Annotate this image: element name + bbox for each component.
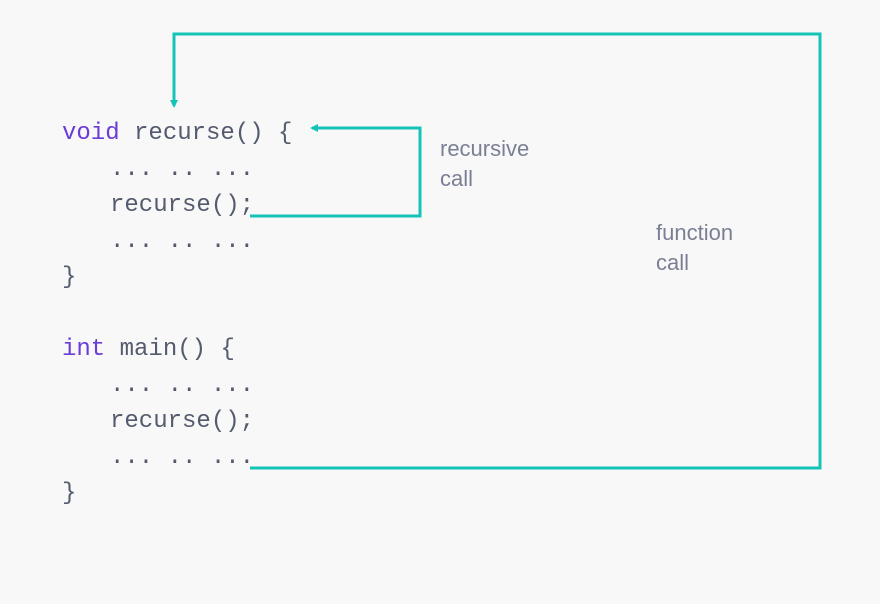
close-brace: } [62,264,76,291]
label-function-call: function call [656,218,733,278]
blank-line [62,296,292,332]
code-line-1: void recurse() { [62,116,292,152]
keyword-void: void [62,120,120,147]
code-line-3: recurse(); [62,188,292,224]
code-line-4: ... .. ... [62,224,292,260]
label-recursive-line1: recursive [440,134,529,164]
ellipsis: ... .. ... [110,156,254,183]
ellipsis: ... .. ... [110,444,254,471]
recurse-call-main: recurse(); [110,408,254,435]
close-brace: } [62,480,76,507]
label-function-line2: call [656,248,733,278]
code-line-10: } [62,476,292,512]
code-line-7: ... .. ... [62,368,292,404]
code-line-2: ... .. ... [62,152,292,188]
label-recursive-line2: call [440,164,529,194]
code-line-8: recurse(); [62,404,292,440]
label-recursive-call: recursive call [440,134,529,194]
recurse-call: recurse(); [110,192,254,219]
ellipsis: ... .. ... [110,372,254,399]
label-function-line1: function [656,218,733,248]
keyword-int: int [62,336,105,363]
ellipsis: ... .. ... [110,228,254,255]
code-line-9: ... .. ... [62,440,292,476]
code-line-6: int main() { [62,332,292,368]
code-line-5: } [62,260,292,296]
code-block: void recurse() { ... .. ... recurse(); .… [62,116,292,512]
recurse-signature: recurse() { [120,120,293,147]
main-signature: main() { [105,336,235,363]
